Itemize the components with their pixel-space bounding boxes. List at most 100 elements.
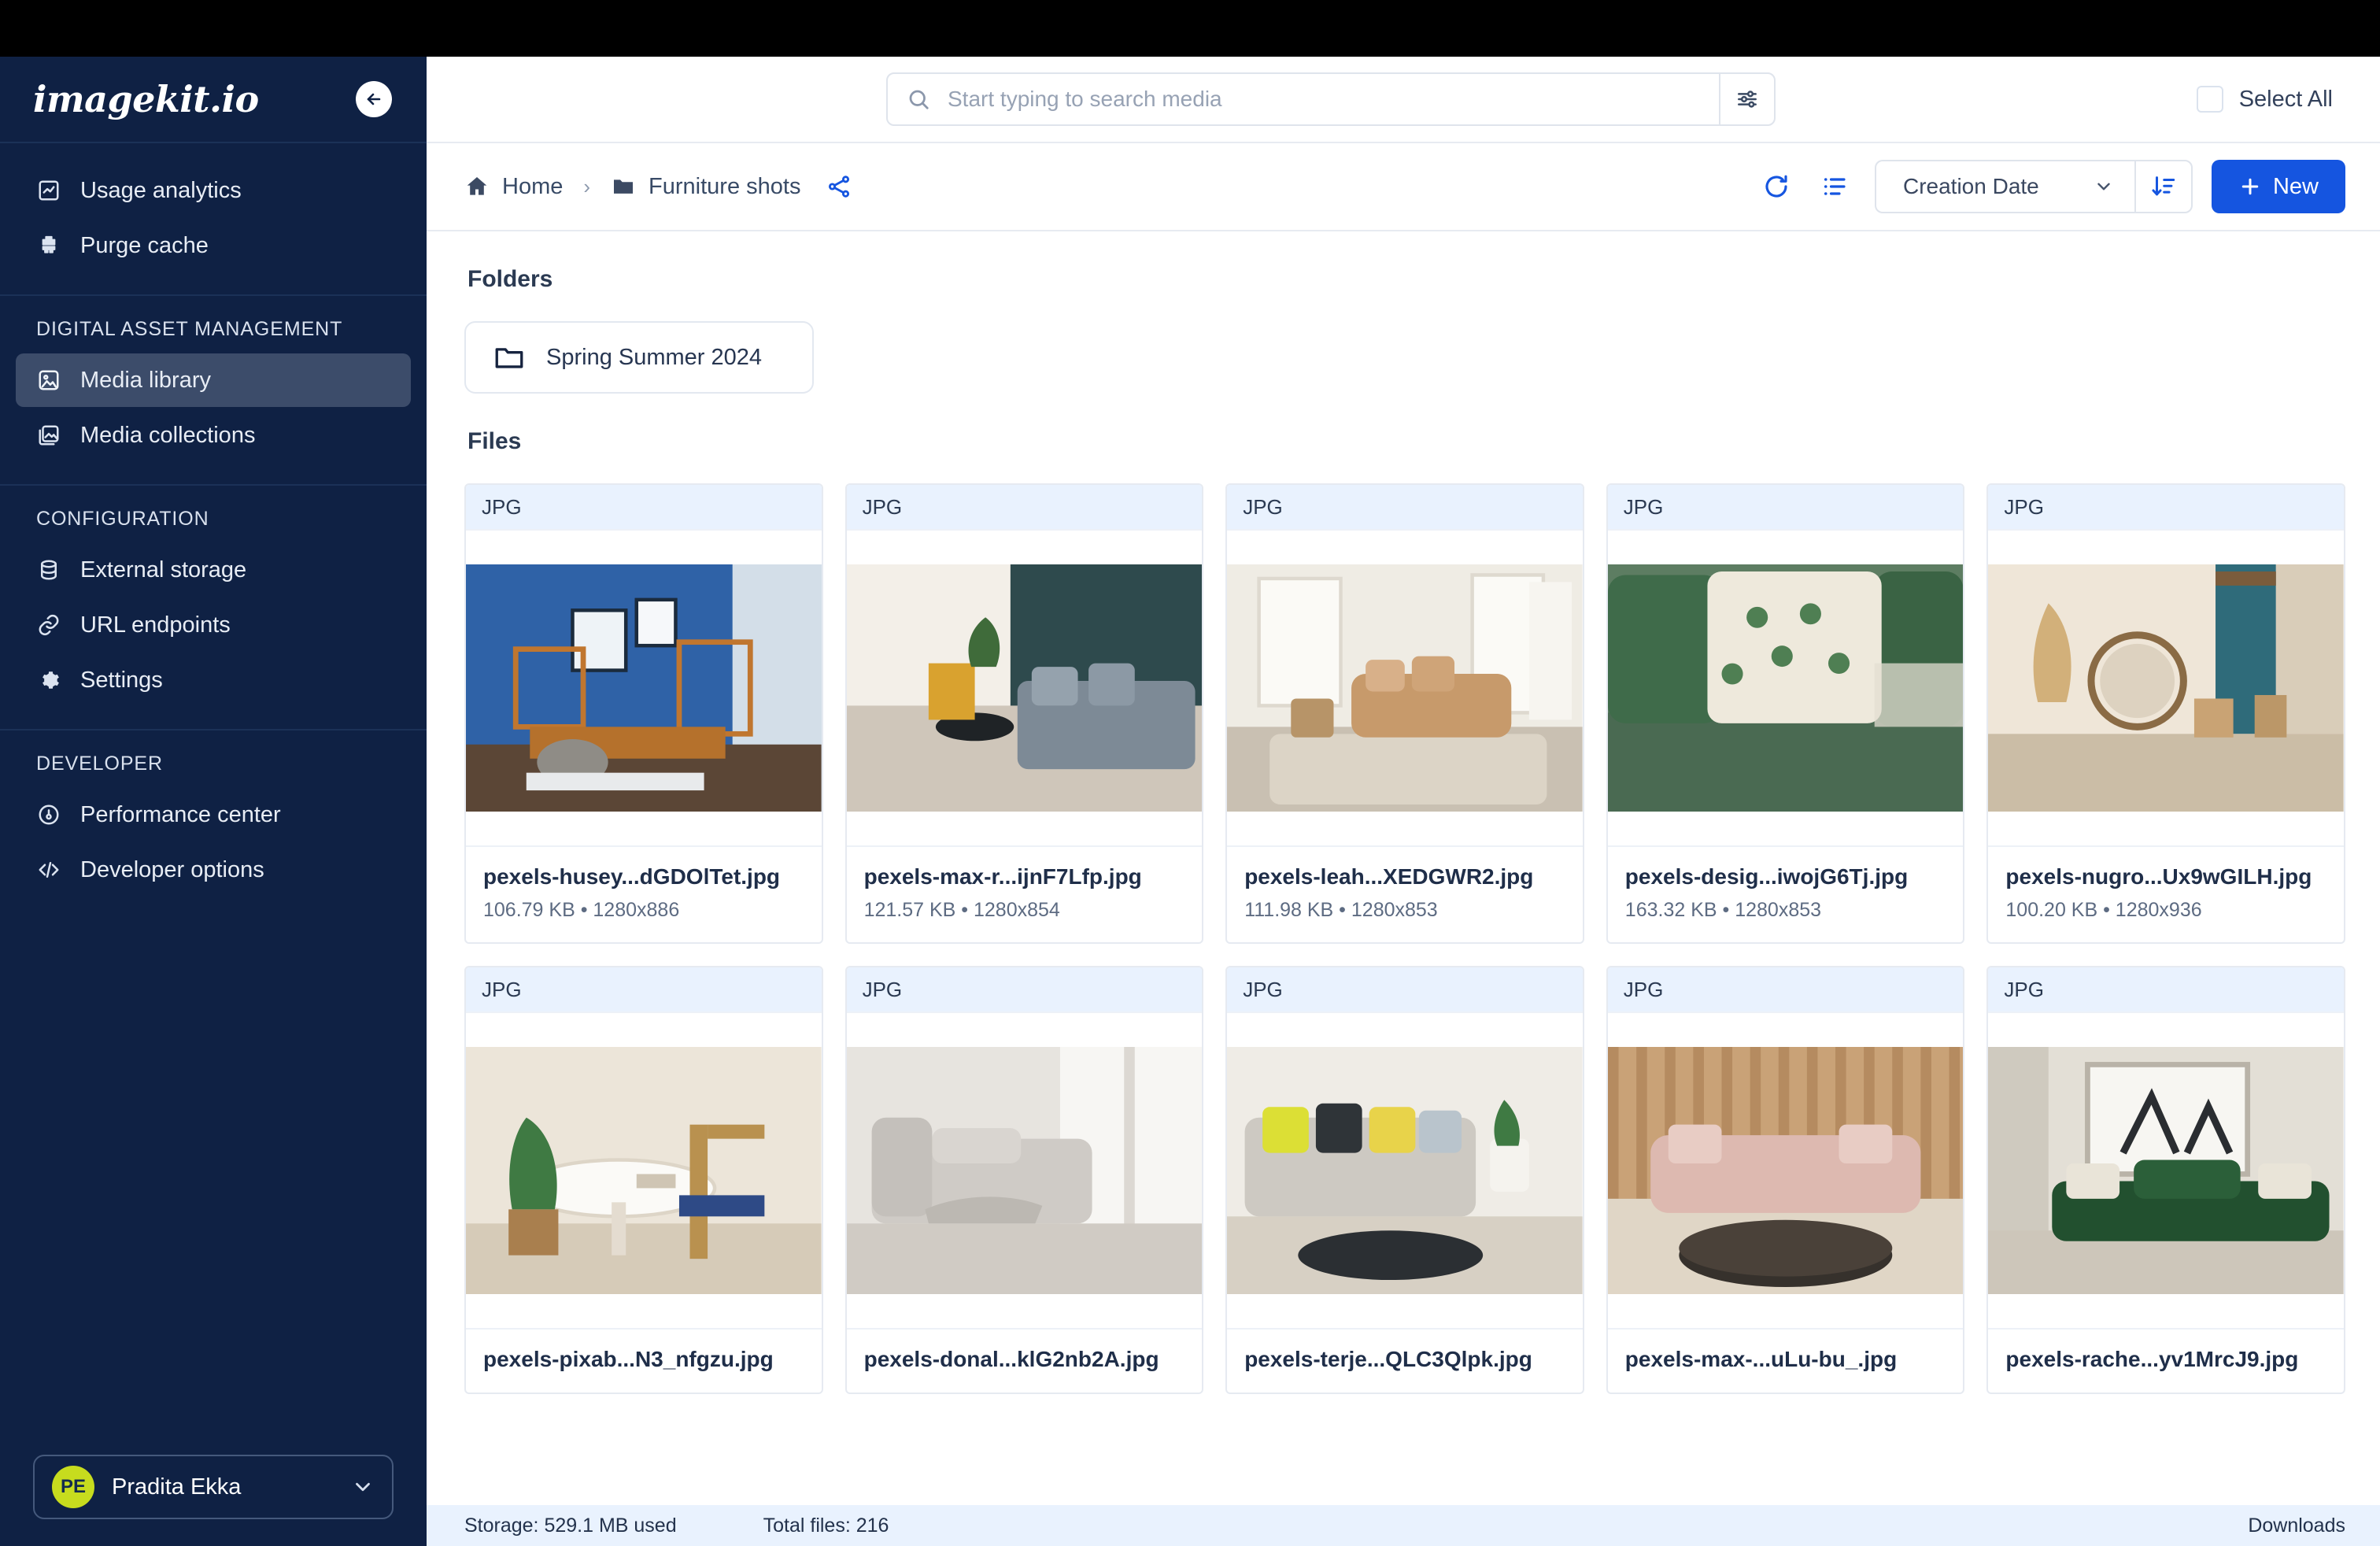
sidebar-item-usage-analytics[interactable]: Usage analytics (16, 164, 411, 217)
refresh-icon (1765, 175, 1787, 198)
file-thumbnail[interactable] (1988, 531, 2344, 845)
chevron-down-icon (2094, 176, 2114, 197)
file-details: 163.32 KB • 1280x853 (1624, 899, 1822, 921)
file-name: pexels-leah...XEDGWR2.jpg (1244, 864, 1534, 889)
sidebar-item-media-library[interactable]: Media library (16, 353, 411, 407)
sidebar-item-external-storage[interactable]: External storage (16, 543, 411, 597)
sidebar-item-performance-center[interactable]: Performance center (16, 788, 411, 841)
search-input[interactable] (938, 87, 1719, 112)
select-all-checkbox[interactable] (2196, 86, 2223, 113)
file-card[interactable]: JPG pexels-max-r...ijnF7Lfp.jpg 121.57 KB … (844, 483, 1204, 944)
sidebar-item-purge-cache[interactable]: Purge cache (16, 219, 411, 272)
file-meta: pexels-husey...dGDOlTet.jpg 106.79 KB • 1… (466, 845, 822, 942)
search-filter-button[interactable] (1719, 74, 1774, 124)
file-card[interactable]: JPG pexels-rache...yv1MrcJ9.jpg (1986, 966, 2345, 1394)
arrow-left-icon (367, 93, 381, 105)
file-card[interactable]: JPG pexels-pixab...N3_nfgzu.jpg (464, 966, 823, 1394)
breadcrumb-home-label: Home (502, 173, 564, 199)
sidebar-item-label: Developer options (80, 856, 264, 882)
file-meta: pexels-pixab...N3_nfgzu.jpg (466, 1328, 822, 1393)
file-details: 106.79 KB • 1280x886 (483, 899, 680, 921)
file-meta: pexels-max-...uLu-bu_.jpg (1607, 1328, 1964, 1393)
sort-direction-button[interactable] (2134, 160, 2193, 213)
file-type-badge: JPG (846, 967, 1203, 1013)
sidebar-item-label: Usage analytics (80, 177, 242, 203)
sort-field-select[interactable]: Creation Date (1874, 160, 2134, 213)
file-card[interactable]: JPG pexels-terje...QLC3Qlpk.jpg (1225, 966, 1584, 1394)
avatar: PE (52, 1466, 94, 1508)
code-icon (36, 857, 61, 882)
file-name: pexels-max-r...ijnF7Lfp.jpg (863, 864, 1142, 889)
file-meta: pexels-max-r...ijnF7Lfp.jpg 121.57 KB • 1… (846, 845, 1203, 942)
sort-descending-icon (2152, 176, 2175, 196)
sidebar-collapse-button[interactable] (356, 81, 392, 117)
file-thumbnail[interactable] (466, 531, 822, 845)
file-card[interactable]: JPG pexels-nugro...Ux9wGILH.jpg 100.20 KB … (1986, 483, 2345, 944)
file-card[interactable]: JPG pexels-desig...iwojG6Tj.jpg 163.32 KB … (1606, 483, 1965, 944)
folders-list: Spring Summer 2024 (464, 321, 2345, 394)
file-thumbnail[interactable] (1607, 531, 1964, 845)
file-card[interactable]: JPG pexels-husey...dGDOlTet.jpg 106.79 KB … (464, 483, 823, 944)
sidebar-section-title: DIGITAL ASSET MANAGEMENT (36, 318, 343, 340)
sidebar-item-label: URL endpoints (80, 612, 231, 638)
sidebar-item-label: Settings (80, 667, 163, 693)
link-icon (36, 612, 61, 638)
folders-section-title: Folders (468, 266, 553, 292)
sidebar-section-title: DEVELOPER (36, 753, 163, 775)
search-icon (907, 87, 938, 111)
file-thumbnail[interactable] (1227, 531, 1583, 845)
file-thumbnail[interactable] (846, 531, 1203, 845)
file-meta: pexels-desig...iwojG6Tj.jpg 163.32 KB • 1… (1607, 845, 1964, 942)
file-thumbnail[interactable] (846, 1013, 1203, 1328)
breadcrumb-home[interactable]: Home (464, 174, 563, 200)
downloads-button[interactable]: Downloads (2248, 1515, 2345, 1537)
select-all-control[interactable]: Select All (2196, 86, 2345, 113)
file-card[interactable]: JPG pexels-leah...XEDGWR2.jpg 111.98 KB • … (1225, 483, 1584, 944)
file-meta: pexels-donal...klG2nb2A.jpg (846, 1328, 1203, 1393)
sidebar-item-media-collections[interactable]: Media collections (16, 409, 411, 462)
files-section-title: Files (468, 428, 522, 454)
files-grid: JPG pexels-husey...dGDOlTet.jpg 106.79 KB … (464, 483, 2345, 1394)
file-type-badge: JPG (1607, 967, 1964, 1013)
sidebar: imagekit.io Usage analytics Purge cache … (0, 57, 427, 1546)
file-type-badge: JPG (1988, 485, 2344, 531)
purge-cache-icon (36, 233, 61, 258)
file-thumbnail[interactable] (1988, 1013, 2344, 1328)
collections-icon (36, 423, 61, 448)
imagekit-media-library-app: imagekit.io Usage analytics Purge cache … (0, 0, 2380, 1546)
breadcrumb-separator: › (583, 174, 591, 198)
sidebar-item-url-endpoints[interactable]: URL endpoints (16, 598, 411, 652)
list-view-icon (1824, 178, 1846, 195)
folder-filled-icon (614, 179, 634, 194)
file-thumbnail[interactable] (1607, 1013, 1964, 1328)
file-thumbnail[interactable] (1227, 1013, 1583, 1328)
file-details: 111.98 KB • 1280x853 (1244, 899, 1438, 921)
sidebar-item-settings[interactable]: Settings (16, 653, 411, 707)
new-button-label: New (2272, 173, 2319, 199)
user-profile-button[interactable]: PE Pradita Ekka (33, 1455, 394, 1519)
thumbnail-image (466, 1047, 822, 1294)
file-type-badge: JPG (1227, 967, 1583, 1013)
sidebar-header: imagekit.io (0, 57, 427, 143)
analytics-icon (36, 178, 61, 203)
file-card[interactable]: JPG pexels-donal...klG2nb2A.jpg (844, 966, 1204, 1394)
sidebar-item-developer-options[interactable]: Developer options (16, 843, 411, 897)
new-button[interactable]: New (2211, 160, 2345, 213)
database-icon (36, 557, 61, 583)
file-card[interactable]: JPG pexels-max-...uLu-bu_.jpg (1606, 966, 1965, 1394)
list-view-button[interactable] (1805, 161, 1864, 212)
thumbnail-image (1607, 1047, 1964, 1294)
total-files: Total files: 216 (763, 1514, 889, 1537)
file-thumbnail[interactable] (466, 1013, 822, 1328)
file-meta: pexels-nugro...Ux9wGILH.jpg 100.20 KB • 1… (1988, 845, 2344, 942)
content-area: Folders Spring Summer 2024 Files JPG pexe… (427, 231, 2380, 1546)
folder-card[interactable]: Spring Summer 2024 (464, 321, 814, 394)
file-details: 100.20 KB • 1280x936 (2005, 899, 2202, 921)
refresh-button[interactable] (1747, 161, 1805, 212)
thumbnail-image (1227, 1047, 1583, 1294)
breadcrumb-current[interactable]: Furniture shots (611, 174, 800, 200)
share-icon[interactable] (826, 173, 852, 200)
search-box[interactable] (886, 72, 1776, 126)
file-name: pexels-rache...yv1MrcJ9.jpg (2005, 1347, 2299, 1371)
